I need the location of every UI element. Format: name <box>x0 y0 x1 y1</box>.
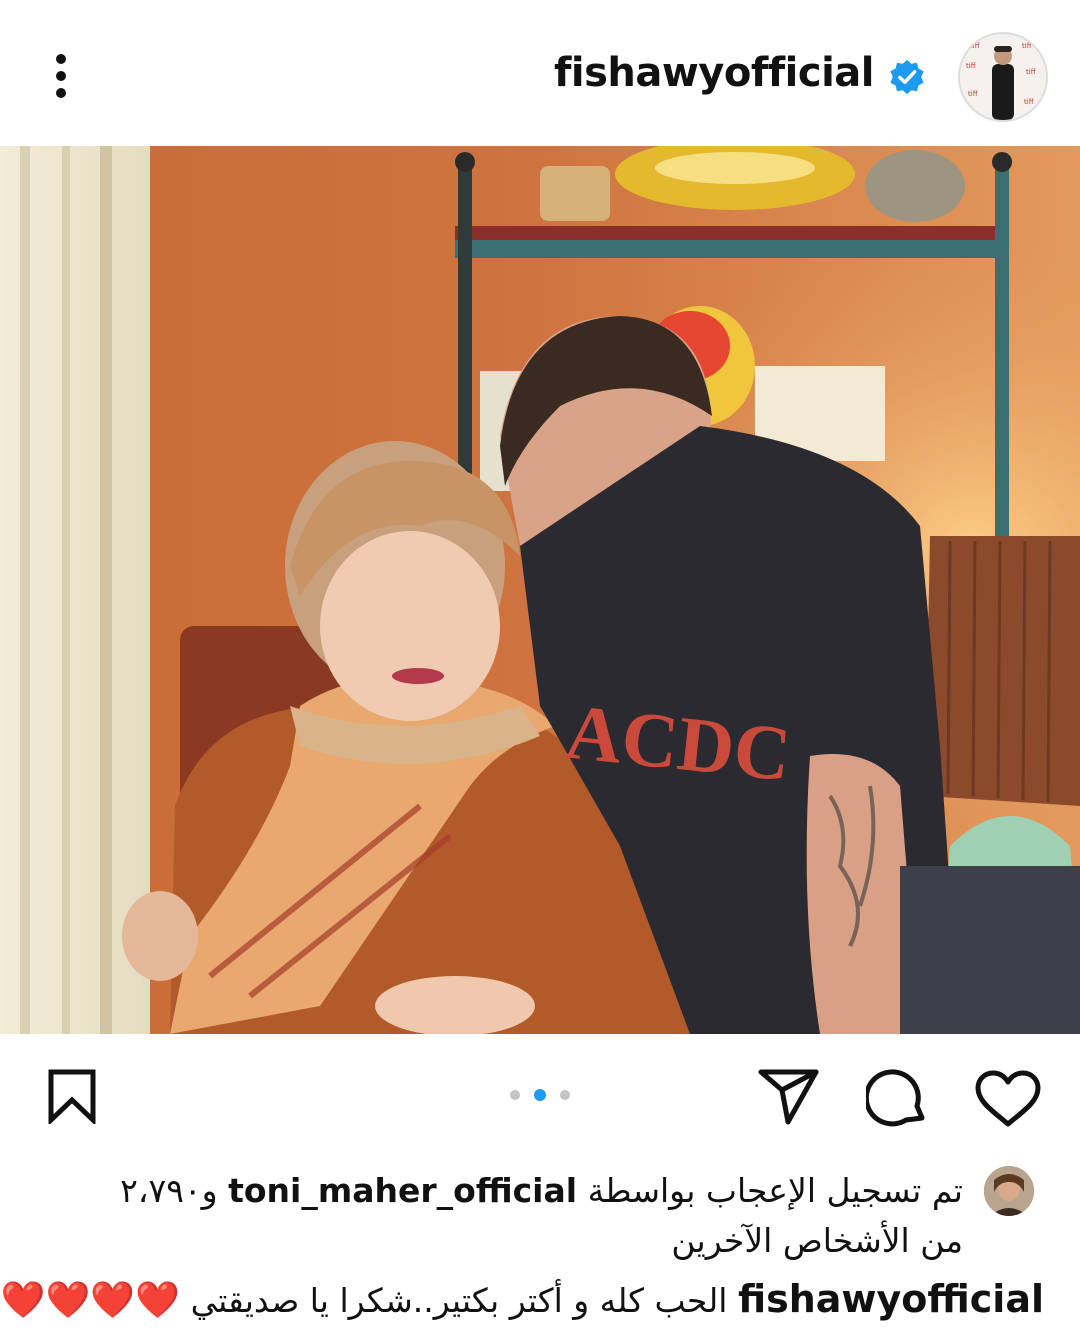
caption-text: الحب كله و أكتر بكتير..شكرا يا صديقتي <box>190 1281 728 1320</box>
svg-text:tiff: tiff <box>966 62 976 70</box>
more-dot-icon <box>56 71 66 81</box>
share-icon[interactable] <box>758 1068 820 1126</box>
heart-icon[interactable] <box>974 1070 1042 1128</box>
svg-text:tiff: tiff <box>1026 68 1036 76</box>
liker-username[interactable]: toni_maher_official <box>228 1171 577 1210</box>
carousel-dot-active <box>534 1089 546 1101</box>
svg-text:tiff: tiff <box>968 90 978 98</box>
bookmark-icon[interactable] <box>46 1068 98 1124</box>
caption-username[interactable]: fishawyofficial <box>738 1277 1044 1321</box>
post-caption: fishawyofficial الحب كله و أكتر بكتير..ش… <box>1 1274 1044 1326</box>
comment-icon[interactable] <box>866 1068 928 1128</box>
likes-prefix: تم تسجيل الإعجاب بواسطة <box>587 1171 963 1210</box>
carousel-dot <box>560 1090 570 1100</box>
caption-hearts: ❤️❤️❤️❤️ <box>0 1280 181 1321</box>
profile-avatar[interactable]: tiff tiff tiff tiff tiff tiff <box>958 32 1048 122</box>
verified-badge-icon <box>890 59 924 95</box>
liker-avatar[interactable] <box>984 1166 1034 1216</box>
post-image: ACDC <box>0 146 1080 1034</box>
post-photo[interactable]: ACDC <box>0 146 1080 1034</box>
liker-photo <box>984 1166 1034 1216</box>
svg-text:tiff: tiff <box>970 42 980 50</box>
post-header: fishawyofficial tiff tiff tiff tiff tiff ti… <box>0 0 1080 146</box>
svg-text:tiff: tiff <box>1024 98 1034 106</box>
profile-photo: tiff tiff tiff tiff tiff tiff <box>960 34 1046 120</box>
more-dot-icon <box>56 88 66 98</box>
post-username[interactable]: fishawyofficial <box>554 50 875 96</box>
carousel-indicator <box>508 1088 572 1102</box>
more-options-button[interactable] <box>46 52 76 100</box>
carousel-dot <box>510 1090 520 1100</box>
svg-text:tiff: tiff <box>1022 42 1032 50</box>
likes-summary: تم تسجيل الإعجاب بواسطة toni_maher_offic… <box>78 1166 963 1266</box>
more-dot-icon <box>56 54 66 64</box>
